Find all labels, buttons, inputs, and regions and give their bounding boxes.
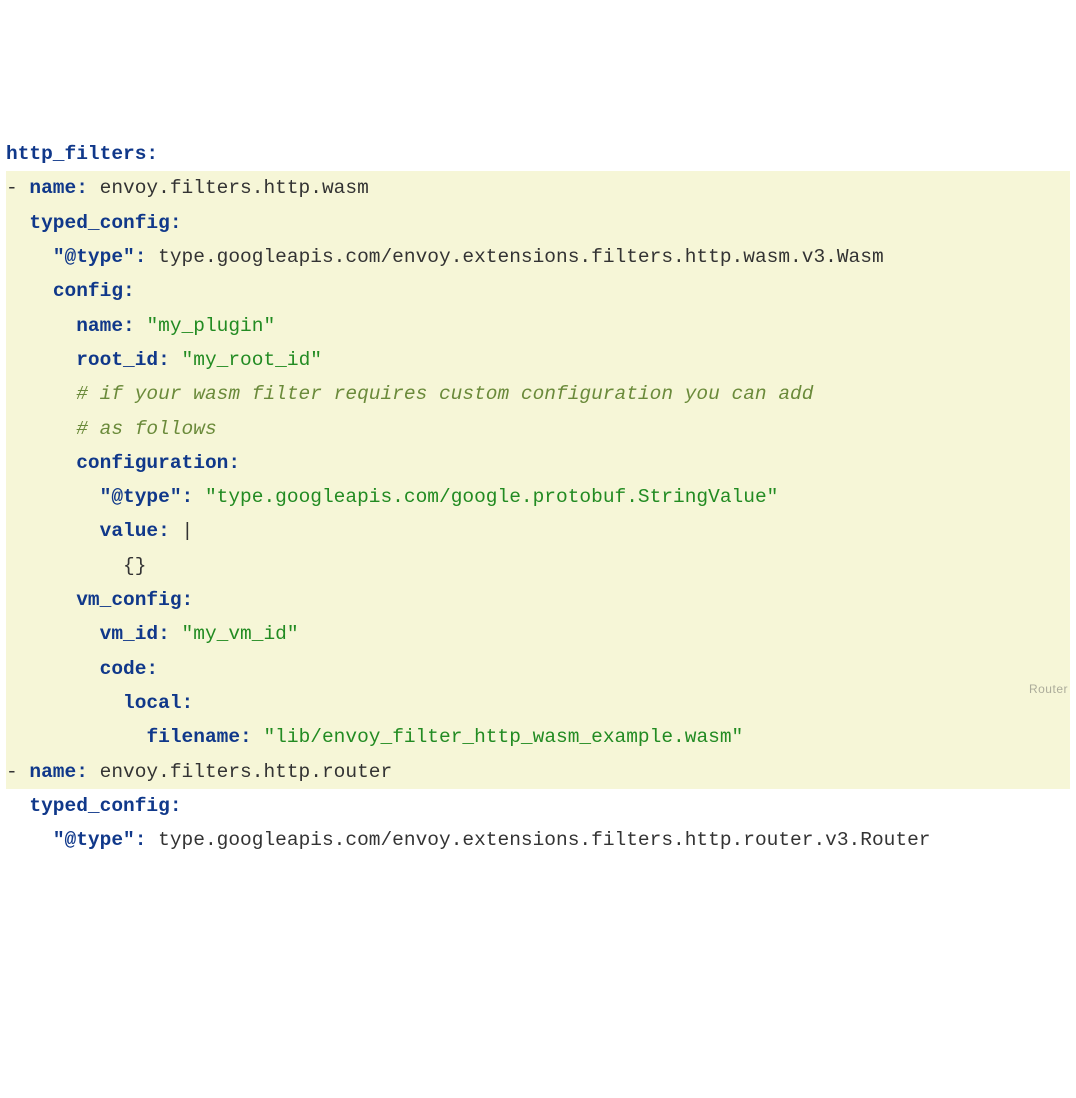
code-block: http_filters: - name: envoy.filters.http… [0,137,1076,857]
list-dash: - [6,761,18,783]
yaml-key: vm_id: [100,623,170,645]
yaml-key: name: [29,177,88,199]
yaml-key: "@type": [53,829,147,851]
yaml-key: "@type": [53,246,147,268]
yaml-key: config: [53,280,135,302]
yaml-key: filename: [146,726,251,748]
yaml-key: vm_config: [76,589,193,611]
yaml-key: root_id: [76,349,170,371]
yaml-key: typed_config: [29,795,181,817]
yaml-key: configuration: [76,452,240,474]
yaml-key: name: [76,315,135,337]
yaml-key: value: [100,520,170,542]
yaml-string: "my_root_id" [182,349,322,371]
yaml-comment: # as follows [76,418,216,440]
yaml-key: code: [100,658,159,680]
highlighted-region: - name: envoy.filters.http.wasm typed_co… [6,171,1070,788]
yaml-key: http_filters: [6,143,158,165]
yaml-key: typed_config: [29,212,181,234]
watermark-text: Router [1029,672,1068,706]
yaml-value: | [182,520,194,542]
yaml-string: "lib/envoy_filter_http_wasm_example.wasm… [263,726,743,748]
list-dash: - [6,177,18,199]
yaml-string: "my_vm_id" [182,623,299,645]
yaml-key: name: [29,761,88,783]
yaml-comment: # if your wasm filter requires custom co… [76,383,813,405]
yaml-string: "my_plugin" [146,315,275,337]
yaml-key: "@type": [100,486,194,508]
yaml-value: type.googleapis.com/envoy.extensions.fil… [158,246,884,268]
yaml-key: local: [123,692,193,714]
yaml-value: type.googleapis.com/envoy.extensions.fil… [158,829,930,851]
yaml-value: envoy.filters.http.wasm [100,177,369,199]
yaml-value: envoy.filters.http.router [100,761,393,783]
yaml-value: {} [123,555,146,577]
yaml-string: "type.googleapis.com/google.protobuf.Str… [205,486,778,508]
